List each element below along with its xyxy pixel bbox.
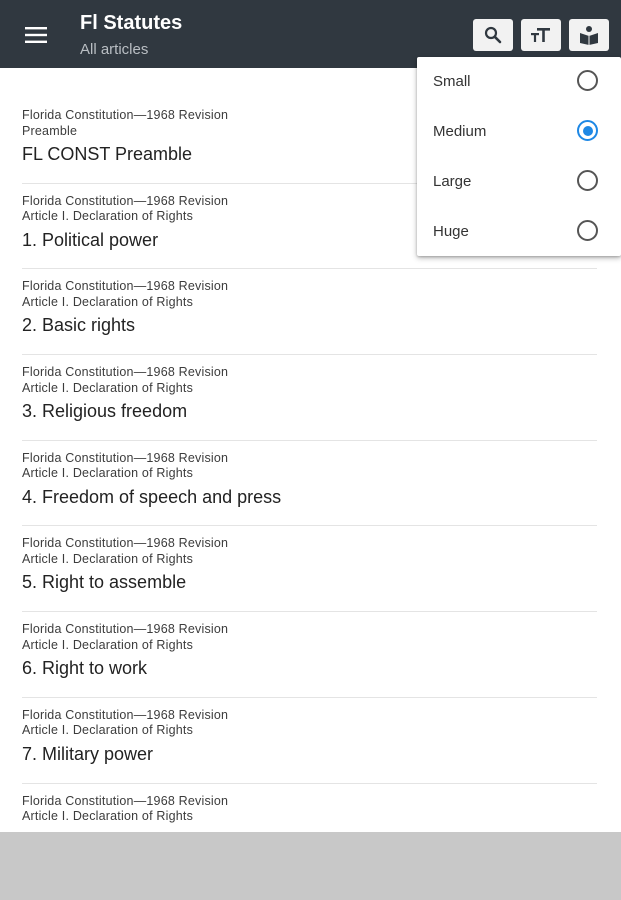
article-source: Florida Constitution—1968 Revision bbox=[22, 450, 229, 465]
article-section: Article I. Declaration of Rights bbox=[22, 809, 194, 823]
font-size-option-small[interactable]: Small bbox=[417, 57, 621, 107]
article-item[interactable]: Florida Constitution—1968 Revision Artic… bbox=[22, 698, 597, 784]
font-size-option-medium[interactable]: Medium bbox=[417, 107, 621, 157]
search-button[interactable] bbox=[473, 19, 513, 51]
article-source: Florida Constitution—1968 Revision bbox=[22, 365, 229, 380]
article-item[interactable]: Florida Constitution—1968 Revision Artic… bbox=[22, 441, 597, 527]
article-section: Article I. Declaration of Rights bbox=[22, 637, 194, 652]
article-title: 6. Right to work bbox=[22, 658, 148, 679]
app-screen: Fl Statutes All articles Florida Constit… bbox=[0, 0, 621, 832]
article-source: Florida Constitution—1968 Revision bbox=[22, 793, 229, 808]
radio-button[interactable] bbox=[577, 220, 598, 241]
article-section: Article I. Declaration of Rights bbox=[22, 380, 194, 395]
option-label: Medium bbox=[433, 123, 487, 140]
article-title: 3. Religious freedom bbox=[22, 401, 188, 422]
reader-mode-button[interactable] bbox=[569, 19, 609, 51]
article-title: 2. Basic rights bbox=[22, 315, 136, 336]
article-item[interactable]: Florida Constitution—1968 Revision Artic… bbox=[22, 612, 597, 698]
menu-button[interactable] bbox=[18, 18, 54, 52]
article-item[interactable]: Florida Constitution—1968 Revision Artic… bbox=[22, 526, 597, 613]
app-subtitle: All articles bbox=[80, 41, 149, 58]
option-label: Huge bbox=[433, 223, 469, 240]
article-section: Article I. Declaration of Rights bbox=[22, 723, 194, 738]
text-size-icon bbox=[531, 28, 550, 42]
article-source: Florida Constitution—1968 Revision bbox=[22, 279, 229, 294]
radio-button[interactable] bbox=[577, 120, 598, 141]
radio-button[interactable] bbox=[577, 70, 598, 91]
font-size-menu: Small Medium Large Huge bbox=[417, 57, 621, 256]
article-title: 4. Freedom of speech and press bbox=[22, 486, 282, 507]
option-label: Large bbox=[433, 173, 472, 190]
bottom-area bbox=[0, 832, 621, 900]
article-title: 7. Military power bbox=[22, 743, 154, 764]
article-item[interactable]: Florida Constitution—1968 Revision Artic… bbox=[22, 355, 597, 441]
font-size-option-huge[interactable]: Huge bbox=[417, 207, 621, 257]
option-label: Small bbox=[433, 73, 471, 90]
article-title: 5. Right to assemble bbox=[22, 572, 187, 593]
article-source: Florida Constitution—1968 Revision bbox=[22, 622, 229, 637]
font-size-option-large[interactable]: Large bbox=[417, 157, 621, 207]
article-section: Article I. Declaration of Rights bbox=[22, 466, 194, 481]
article-section: Article I. Declaration of Rights bbox=[22, 551, 194, 566]
app-title: Fl Statutes bbox=[80, 12, 183, 34]
article-item[interactable]: Florida Constitution—1968 Revision Artic… bbox=[22, 269, 597, 356]
article-item[interactable]: Florida Constitution—1968 Revision Artic… bbox=[22, 784, 597, 833]
radio-button[interactable] bbox=[577, 170, 598, 191]
search-icon bbox=[484, 26, 502, 44]
book-reader-icon bbox=[580, 26, 598, 45]
article-section: Article I. Declaration of Rights bbox=[22, 294, 194, 309]
text-size-button[interactable] bbox=[521, 19, 561, 51]
menu-icon bbox=[25, 27, 47, 43]
article-source: Florida Constitution—1968 Revision bbox=[22, 707, 229, 722]
article-source: Florida Constitution—1968 Revision bbox=[22, 536, 229, 551]
